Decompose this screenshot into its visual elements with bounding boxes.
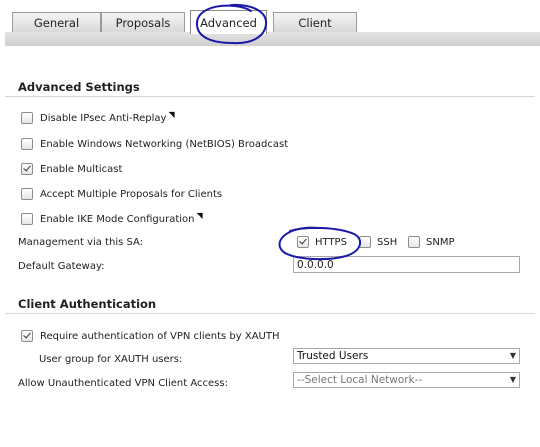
https-label: HTTPS — [315, 236, 347, 248]
checkbox-enable-multicast[interactable] — [21, 163, 33, 175]
tab-bar: General Proposals Advanced Client — [0, 0, 540, 48]
checkbox-accept-multiple-proposals[interactable] — [21, 188, 33, 200]
tab-proposals[interactable]: Proposals — [101, 12, 185, 32]
section-divider — [5, 313, 535, 314]
checkbox-enable-netbios-broadcast[interactable] — [21, 138, 33, 150]
option-label: Require authentication of VPN clients by… — [40, 330, 280, 342]
management-https[interactable]: HTTPS — [297, 236, 347, 248]
chevron-down-icon[interactable]: ▼ — [510, 349, 516, 363]
checkbox-enable-ike-mode-configuration[interactable] — [21, 213, 33, 225]
unauth-access-label: Allow Unauthenticated VPN Client Access: — [18, 378, 228, 389]
checkbox-require-xauth[interactable] — [21, 330, 33, 342]
local-network-selected-value: --Select Local Network-- — [297, 374, 423, 386]
local-network-select[interactable]: --Select Local Network-- ▼ — [293, 372, 520, 388]
chevron-down-icon[interactable]: ▼ — [510, 373, 516, 387]
snmp-label: SNMP — [426, 236, 455, 248]
user-group-select[interactable]: Trusted Users ▼ — [293, 348, 520, 364]
ssh-label: SSH — [377, 236, 398, 248]
note-mark-icon: ◥ — [196, 210, 203, 220]
checkbox-disable-ipsec-anti-replay[interactable] — [21, 112, 33, 124]
option-require-xauth[interactable]: Require authentication of VPN clients by… — [21, 328, 280, 344]
checkbox-ssh[interactable] — [359, 236, 371, 248]
option-disable-ipsec-anti-replay[interactable]: Disable IPsec Anti-Replay ◥ — [21, 110, 175, 126]
user-group-label: User group for XAUTH users: — [39, 354, 183, 365]
tab-advanced[interactable]: Advanced — [190, 10, 267, 34]
tab-strip-background — [5, 32, 540, 46]
option-label: Enable Multicast — [40, 163, 123, 175]
advanced-settings-title: Advanced Settings — [18, 80, 140, 94]
default-gateway-label: Default Gateway: — [18, 261, 105, 272]
option-accept-multiple-proposals[interactable]: Accept Multiple Proposals for Clients — [21, 186, 222, 202]
checkbox-https[interactable] — [297, 236, 309, 248]
option-label: Enable Windows Networking (NetBIOS) Broa… — [40, 138, 289, 150]
user-group-selected-value: Trusted Users — [297, 350, 369, 362]
checkbox-snmp[interactable] — [408, 236, 420, 248]
option-enable-netbios-broadcast[interactable]: Enable Windows Networking (NetBIOS) Broa… — [21, 136, 288, 152]
management-snmp[interactable]: SNMP — [408, 236, 455, 248]
default-gateway-input[interactable] — [293, 256, 520, 273]
option-enable-ike-mode-configuration[interactable]: Enable IKE Mode Configuration ◥ — [21, 211, 203, 227]
tab-client[interactable]: Client — [273, 12, 357, 32]
option-label: Accept Multiple Proposals for Clients — [40, 188, 223, 200]
section-divider — [5, 96, 535, 97]
client-authentication-title: Client Authentication — [18, 297, 157, 311]
tab-general[interactable]: General — [12, 12, 101, 32]
option-enable-multicast[interactable]: Enable Multicast — [21, 161, 122, 177]
management-ssh[interactable]: SSH — [359, 236, 397, 248]
option-label: Disable IPsec Anti-Replay — [40, 112, 167, 124]
note-mark-icon: ◥ — [168, 109, 175, 119]
option-label: Enable IKE Mode Configuration — [40, 213, 195, 225]
vpn-policy-advanced-page: General Proposals Advanced Client Advanc… — [0, 0, 540, 447]
management-label: Management via this SA: — [18, 237, 144, 248]
